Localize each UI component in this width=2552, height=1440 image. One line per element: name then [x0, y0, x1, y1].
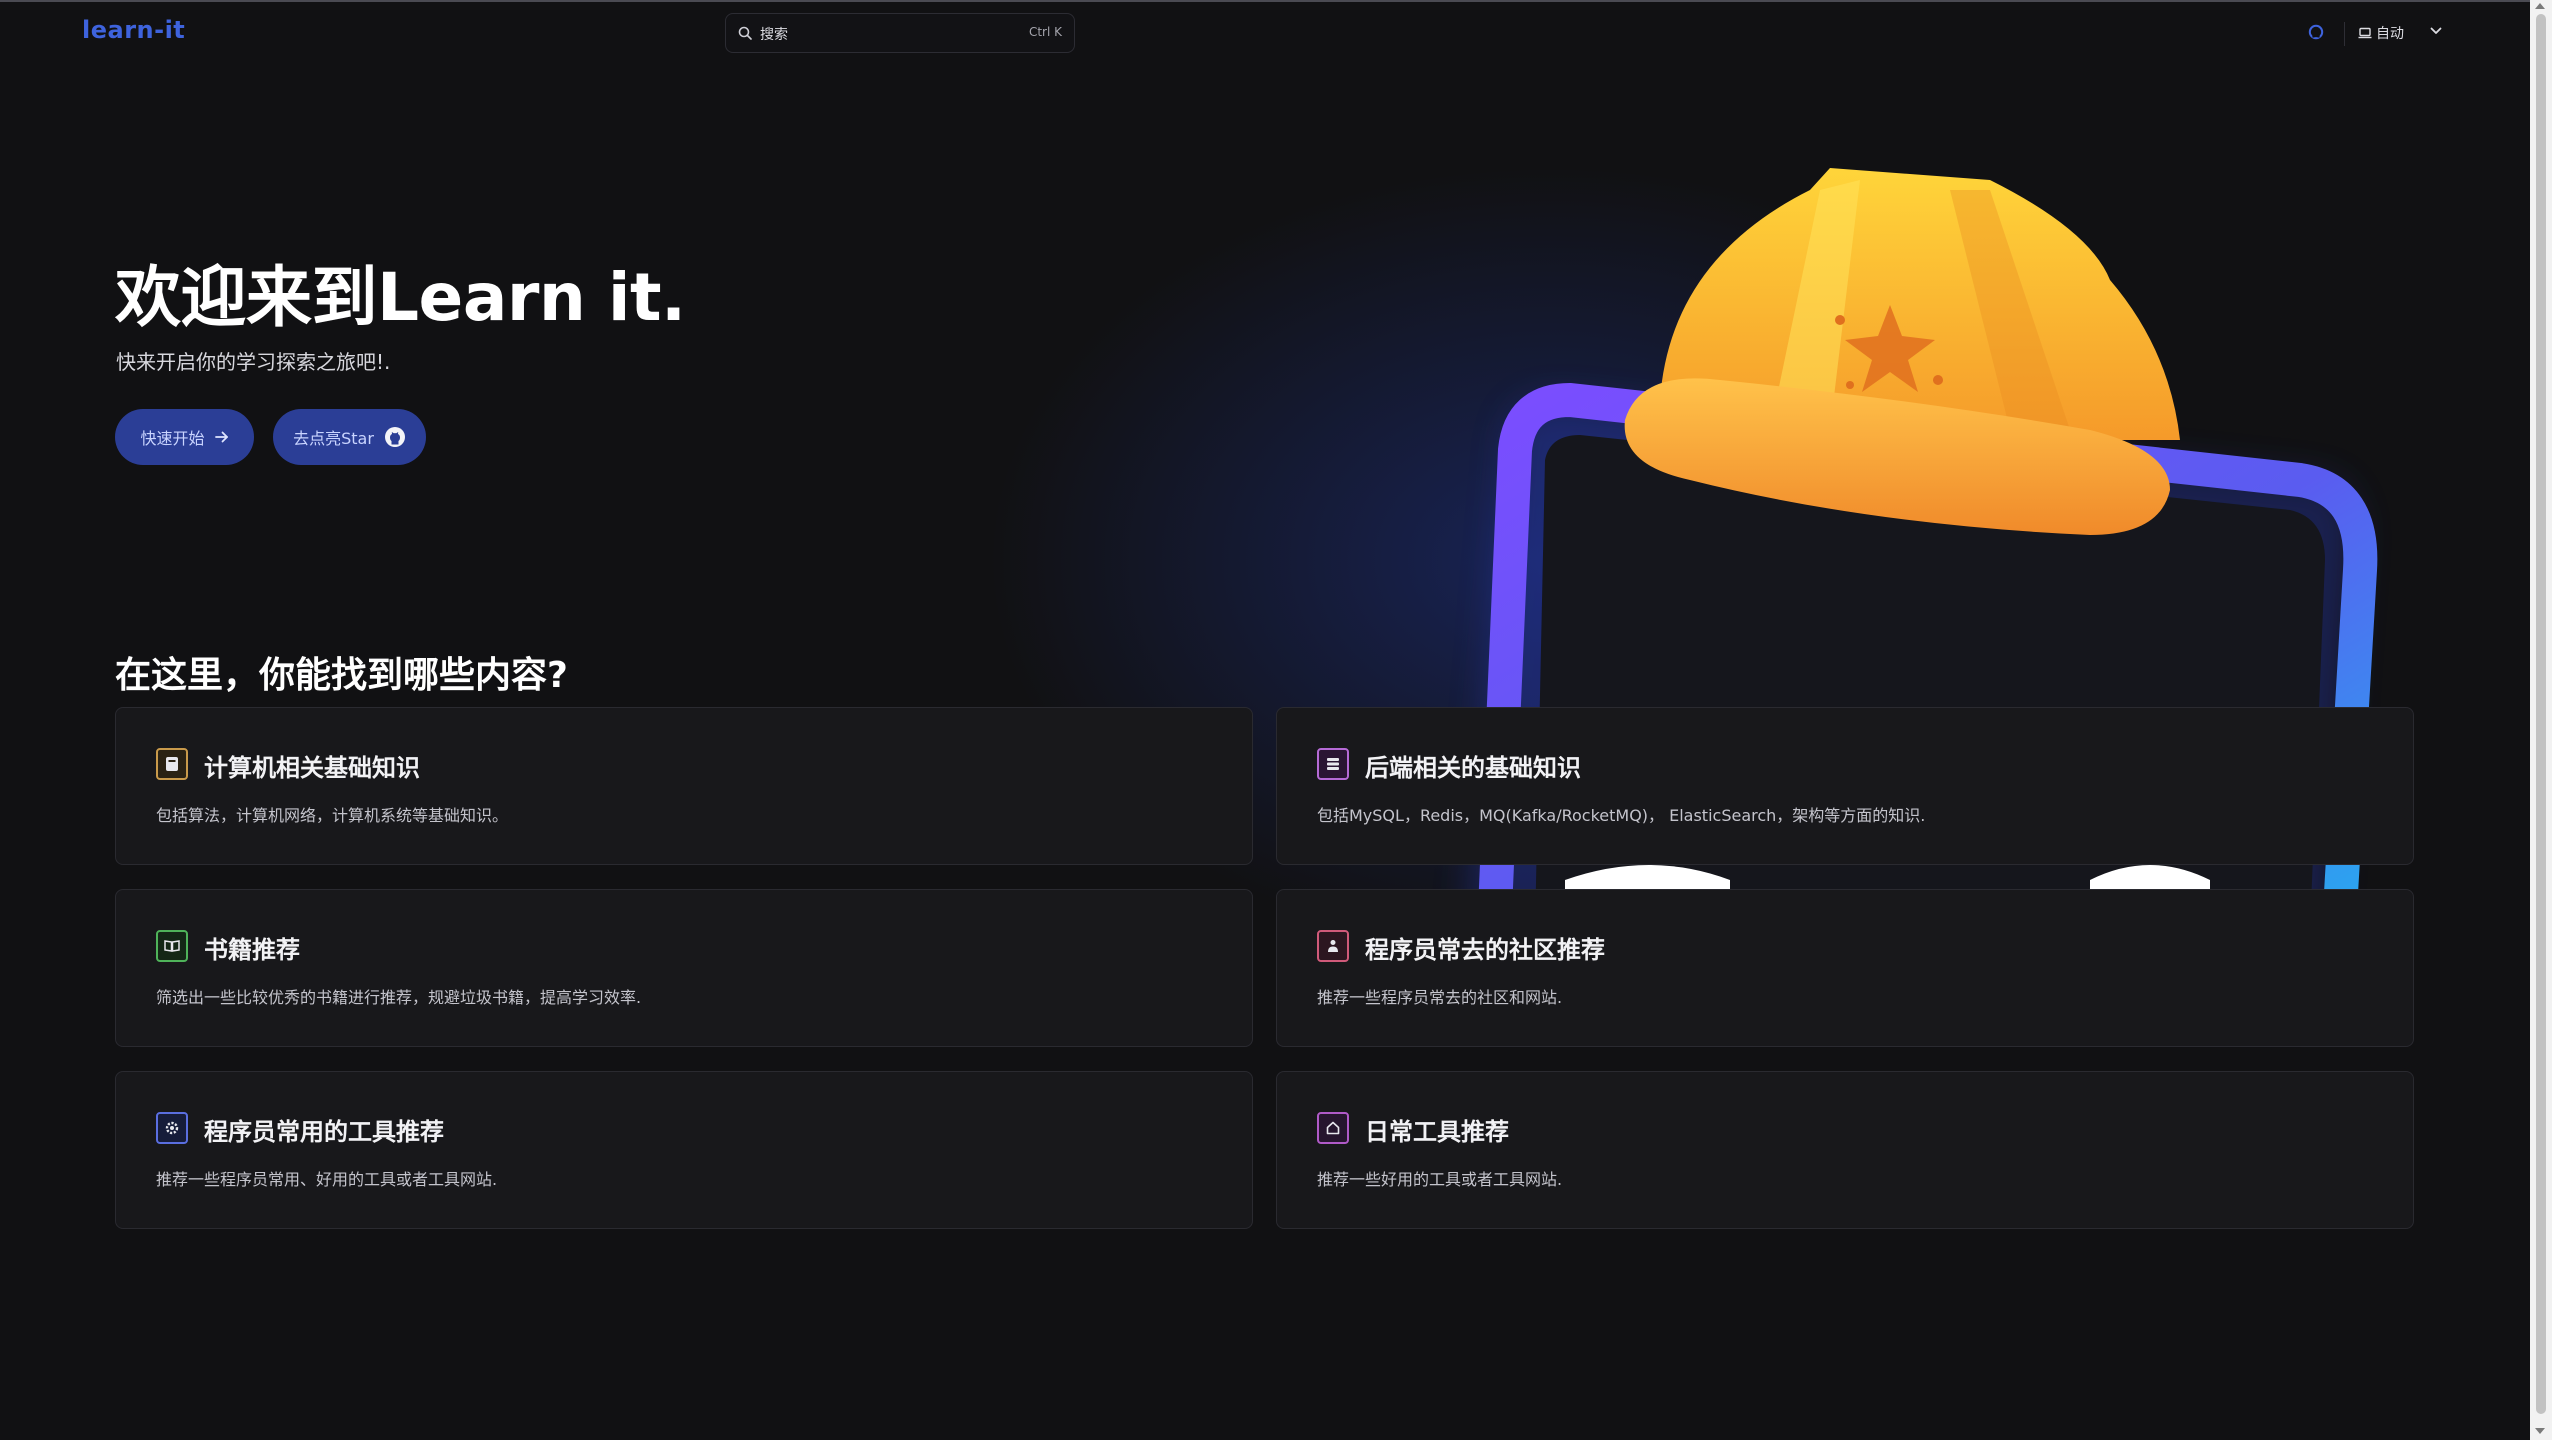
scrollbar-thumb[interactable]	[2536, 14, 2546, 1414]
database-icon	[1317, 748, 1349, 780]
laptop-icon	[2358, 27, 2372, 39]
search-shortcut-hint: Ctrl K	[1028, 25, 1062, 39]
scroll-up-arrow-icon[interactable]	[2535, 3, 2545, 9]
search-placeholder: 搜索	[760, 27, 788, 43]
quick-start-button[interactable]: 快速开始	[115, 409, 254, 465]
feature-card-desc: 包括算法，计算机网络，计算机系统等基础知识。	[156, 806, 509, 825]
feature-card-title: 日常工具推荐	[1365, 1118, 1509, 1146]
arrow-right-icon	[214, 431, 228, 443]
theme-label: 自动	[2376, 26, 2404, 42]
feature-card[interactable]: 计算机相关基础知识 包括算法，计算机网络，计算机系统等基础知识。	[115, 707, 1253, 865]
feature-card-title: 书籍推荐	[204, 936, 300, 964]
nav-divider	[2344, 22, 2345, 46]
quick-start-label: 快速开始	[140, 429, 205, 448]
top-navbar: learn-it 搜索 Ctrl K 自动	[0, 2, 2530, 64]
feature-card-desc: 包括MySQL，Redis，MQ(Kafka/RocketMQ)， Elasti…	[1317, 806, 1926, 825]
github-icon[interactable]	[2308, 24, 2324, 40]
feature-card[interactable]: 程序员常用的工具推荐 推荐一些程序员常用、好用的工具或者工具网站.	[115, 1071, 1253, 1229]
feature-card-desc: 筛选出一些比较优秀的书籍进行推荐，规避垃圾书籍，提高学习效率.	[156, 988, 642, 1007]
scroll-down-arrow-icon[interactable]	[2535, 1428, 2545, 1434]
feature-card-desc: 推荐一些好用的工具或者工具网站.	[1317, 1170, 1563, 1189]
feature-card[interactable]: 后端相关的基础知识 包括MySQL，Redis，MQ(Kafka/RocketM…	[1276, 707, 2414, 865]
github-icon	[384, 427, 405, 447]
feature-card[interactable]: 程序员常去的社区推荐 推荐一些程序员常去的社区和网站.	[1276, 889, 2414, 1047]
feature-card-title: 后端相关的基础知识	[1365, 754, 1581, 782]
feature-card-desc: 推荐一些程序员常用、好用的工具或者工具网站.	[156, 1170, 498, 1189]
feature-card[interactable]: 书籍推荐 筛选出一些比较优秀的书籍进行推荐，规避垃圾书籍，提高学习效率.	[115, 889, 1253, 1047]
feature-card-title: 程序员常去的社区推荐	[1365, 936, 1605, 964]
chevron-down-icon[interactable]	[2430, 27, 2442, 35]
hero-title: 欢迎来到Learn it.	[115, 259, 686, 336]
feature-card-desc: 推荐一些程序员常去的社区和网站.	[1317, 988, 1563, 1007]
open-book-icon	[156, 930, 188, 962]
feature-card-title: 程序员常用的工具推荐	[204, 1118, 444, 1146]
feature-card-title: 计算机相关基础知识	[204, 754, 420, 782]
home-icon	[1317, 1112, 1349, 1144]
hero-subtitle: 快来开启你的学习探索之旅吧!.	[116, 350, 391, 374]
search-box[interactable]: 搜索 Ctrl K	[725, 13, 1075, 53]
search-icon	[738, 26, 752, 40]
feature-card[interactable]: 日常工具推荐 推荐一些好用的工具或者工具网站.	[1276, 1071, 2414, 1229]
book-icon	[156, 748, 188, 780]
gear-icon	[156, 1112, 188, 1144]
features-section-title: 在这里，你能找到哪些内容?	[115, 655, 568, 696]
github-star-label: 去点亮Star	[293, 429, 374, 448]
community-icon	[1317, 930, 1349, 962]
theme-switcher[interactable]: 自动	[2358, 23, 2404, 43]
site-logo[interactable]: learn-it	[82, 16, 185, 44]
github-star-button[interactable]: 去点亮Star	[273, 409, 426, 465]
